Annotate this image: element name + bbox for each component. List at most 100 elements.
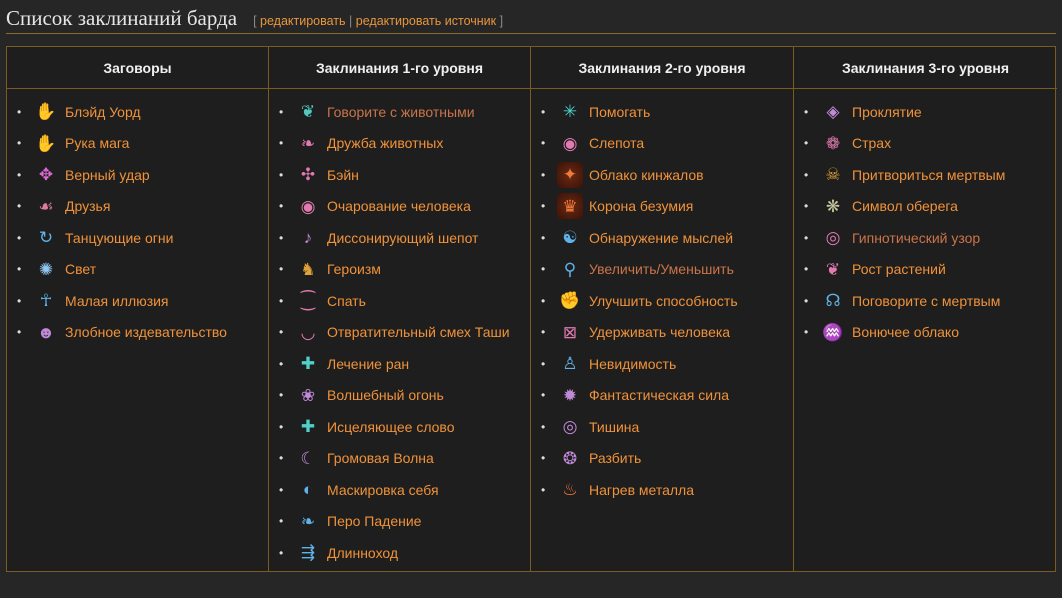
edit-source-link[interactable]: редактировать источник [356, 14, 496, 28]
spell-link[interactable]: Страх [852, 135, 891, 151]
feather-fall-icon[interactable]: ❧ [295, 508, 321, 534]
spell-link[interactable]: Помогать [589, 104, 650, 120]
feign-death-icon[interactable]: ☠ [820, 162, 846, 188]
spell-link[interactable]: Друзья [65, 198, 110, 214]
list-item: • ❦ Рост растений [804, 254, 1057, 286]
animal-friendship-icon[interactable]: ❧ [295, 130, 321, 156]
spell-link[interactable]: Говорите с животными [327, 104, 475, 120]
spell-link[interactable]: Маскировка себя [327, 482, 439, 498]
spell-link[interactable]: Танцующие огни [65, 230, 173, 246]
spell-link[interactable]: Невидимость [589, 356, 676, 372]
spell-link[interactable]: Перо Падение [327, 513, 421, 529]
speak-with-animals-icon[interactable]: ❦ [295, 99, 321, 125]
section-heading: Список заклинаний барда [ редактировать … [6, 6, 1056, 34]
heat-metal-icon[interactable]: ♨ [557, 477, 583, 503]
spell-link[interactable]: Отвратительный смех Таши [327, 324, 510, 340]
thunderwave-icon[interactable]: ☾ [295, 445, 321, 471]
list-item: • ❁ Страх [804, 128, 1057, 160]
spell-link[interactable]: Удерживать человека [589, 324, 730, 340]
enlarge-reduce-icon[interactable]: ⚲ [557, 256, 583, 282]
column-level-2: • ✳ Помогать • ◉ Слепота • ✦ Облако кинжалов • ♛ Ко… [531, 89, 794, 571]
spell-link[interactable]: Гипнотический узор [852, 230, 980, 246]
bane-icon[interactable]: ✣ [295, 162, 321, 188]
spell-link[interactable]: Символ оберега [852, 198, 958, 214]
enhance-ability-icon[interactable]: ✊ [557, 288, 583, 314]
hypnotic-pattern-icon[interactable]: ◎ [820, 225, 846, 251]
spell-link[interactable]: Свет [65, 261, 96, 277]
spell-link[interactable]: Разбить [589, 450, 641, 466]
spell-link[interactable]: Обнаружение мыслей [589, 230, 733, 246]
spell-link[interactable]: Поговорите с мертвым [852, 293, 1000, 309]
fear-icon[interactable]: ❁ [820, 130, 846, 156]
bullet: • [279, 356, 284, 371]
aid-icon[interactable]: ✳ [557, 99, 583, 125]
hold-person-icon[interactable]: ⊠ [557, 319, 583, 345]
longstrider-icon[interactable]: ⇶ [295, 540, 321, 566]
spell-link[interactable]: Волшебный огонь [327, 387, 444, 403]
spell-link[interactable]: Лечение ран [327, 356, 409, 372]
list-item: • ✳ Помогать [541, 96, 793, 128]
cloud-of-daggers-icon[interactable]: ✦ [557, 161, 583, 188]
spell-link[interactable]: Тишина [589, 419, 639, 435]
cure-wounds-icon[interactable]: ✚ [295, 351, 321, 377]
bullet: • [279, 293, 284, 308]
spell-link[interactable]: Исцеляющее слово [327, 419, 455, 435]
spell-link[interactable]: Блэйд Уорд [65, 104, 141, 120]
spell-link[interactable]: Корона безумия [589, 198, 693, 214]
spell-link[interactable]: Слепота [589, 135, 644, 151]
glyph-of-warding-icon[interactable]: ❋ [820, 193, 846, 219]
spell-link[interactable]: Увеличить/Уменьшить [589, 261, 734, 277]
dancing-lights-icon[interactable]: ↻ [33, 225, 59, 251]
spell-link[interactable]: Рука мага [65, 135, 129, 151]
blade-ward-icon[interactable]: ✋ [33, 99, 59, 125]
spell-link[interactable]: Очарование человека [327, 198, 471, 214]
spell-list-level-1: • ❦ Говорите с животными • ❧ Дружба животных •… [279, 96, 530, 569]
spell-link[interactable]: Громовая Волна [327, 450, 434, 466]
minor-illusion-icon[interactable]: ☥ [33, 288, 59, 314]
silence-icon[interactable]: ◎ [557, 414, 583, 440]
spell-link[interactable]: Злобное издевательство [65, 324, 227, 340]
stinking-cloud-icon[interactable]: ♒ [820, 319, 846, 345]
list-item: • ◉ Очарование человека [279, 191, 530, 223]
spell-link[interactable]: Рост растений [852, 261, 946, 277]
charm-person-icon[interactable]: ◉ [295, 193, 321, 219]
spell-link[interactable]: Длинноход [327, 545, 398, 561]
edit-link[interactable]: редактировать [260, 14, 346, 28]
spell-link[interactable]: Диссонирующий шепот [327, 230, 478, 246]
vicious-mockery-icon[interactable]: ☻ [33, 319, 59, 345]
spell-link[interactable]: Героизм [327, 261, 381, 277]
friends-icon[interactable]: ☙ [33, 193, 59, 219]
heroism-icon[interactable]: ♞ [295, 256, 321, 282]
plant-growth-icon[interactable]: ❦ [820, 256, 846, 282]
healing-word-icon[interactable]: ✚ [295, 414, 321, 440]
spell-link[interactable]: Притвориться мертвым [852, 167, 1005, 183]
spell-link[interactable]: Бэйн [327, 167, 359, 183]
invisibility-icon[interactable]: ♙ [557, 351, 583, 377]
disguise-self-icon[interactable]: ◐ [295, 477, 321, 503]
true-strike-icon[interactable]: ✥ [33, 162, 59, 188]
spell-link[interactable]: Спать [327, 293, 366, 309]
spell-link[interactable]: Фантастическая сила [589, 387, 729, 403]
spell-link[interactable]: Проклятие [852, 104, 922, 120]
spell-link[interactable]: Улучшить способность [589, 293, 738, 309]
spell-link[interactable]: Верный удар [65, 167, 150, 183]
spell-link[interactable]: Дружба животных [327, 135, 443, 151]
bestow-curse-icon[interactable]: ◈ [820, 99, 846, 125]
tashas-laughter-icon[interactable]: ◡ [295, 319, 321, 345]
spell-link[interactable]: Малая иллюзия [65, 293, 169, 309]
faerie-fire-icon[interactable]: ❀ [295, 382, 321, 408]
spell-link[interactable]: Вонючее облако [852, 324, 959, 340]
phantasmal-force-icon[interactable]: ✹ [557, 382, 583, 408]
spell-link[interactable]: Нагрев металла [589, 482, 694, 498]
dissonant-whispers-icon[interactable]: ♪ [295, 225, 321, 251]
shatter-icon[interactable]: ❂ [557, 445, 583, 471]
speak-with-dead-icon[interactable]: ☊ [820, 288, 846, 314]
sleep-icon[interactable]: ⁐ [295, 288, 321, 314]
spell-link[interactable]: Облако кинжалов [589, 167, 704, 183]
mage-hand-icon[interactable]: ✋ [33, 130, 59, 156]
crown-of-madness-icon[interactable]: ♛ [557, 193, 583, 220]
light-icon[interactable]: ✺ [33, 256, 59, 282]
list-item: • ☊ Поговорите с мертвым [804, 285, 1057, 317]
detect-thoughts-icon[interactable]: ☯ [557, 225, 583, 251]
blindness-icon[interactable]: ◉ [557, 130, 583, 156]
